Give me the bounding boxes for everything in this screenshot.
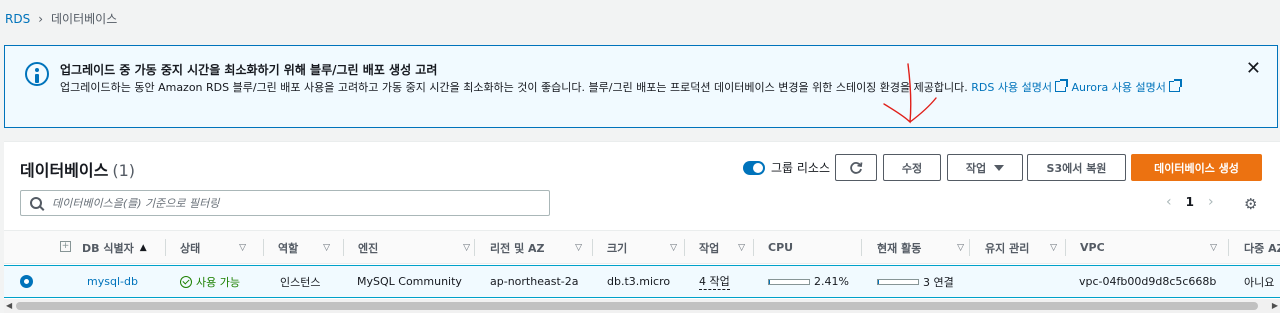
check-circle-icon bbox=[180, 275, 192, 288]
activity-cell: 3 연결 bbox=[877, 266, 954, 297]
external-link-icon bbox=[1168, 79, 1182, 92]
sort-asc-icon: ▲ bbox=[139, 242, 147, 253]
status-text: 사용 가능 bbox=[196, 275, 240, 289]
group-resources-label: 그룹 리소스 bbox=[771, 161, 831, 175]
actions-label: 작업 bbox=[965, 161, 987, 175]
actions-dropdown[interactable]: 작업 bbox=[947, 154, 1023, 181]
database-count: (1) bbox=[112, 161, 135, 180]
cpu-cell: 2.41% bbox=[768, 266, 849, 297]
sort-icon: ▽ bbox=[1050, 242, 1057, 253]
region-az-cell: ap-northeast-2a bbox=[490, 275, 579, 288]
col-actions[interactable]: 작업 ▽ bbox=[699, 231, 753, 264]
activity-value: 3 연결 bbox=[923, 275, 954, 289]
row-select-radio[interactable] bbox=[20, 275, 33, 288]
col-status[interactable]: 상태 ▽ bbox=[180, 231, 254, 264]
col-maintenance[interactable]: 유지 관리 ▽ bbox=[985, 231, 1065, 264]
red-annotation-mark bbox=[883, 63, 937, 124]
breadcrumb: RDS › 데이터베이스 bbox=[5, 10, 117, 27]
filter-search[interactable] bbox=[20, 190, 550, 216]
scrollbar-thumb[interactable] bbox=[16, 302, 1258, 310]
sort-icon: ▽ bbox=[1210, 242, 1217, 253]
sort-icon: ▽ bbox=[670, 242, 677, 253]
toggle-switch[interactable] bbox=[743, 160, 765, 175]
scroll-left-icon[interactable]: ◀ bbox=[6, 301, 12, 310]
status-cell: 사용 가능 bbox=[180, 266, 240, 297]
col-cpu[interactable]: CPU bbox=[768, 231, 858, 264]
expand-all-icon[interactable]: + bbox=[60, 241, 71, 252]
external-link-icon bbox=[1054, 79, 1068, 92]
caret-down-icon bbox=[994, 164, 1005, 171]
vpc-cell: vpc-04fb00d9d8c5c668b bbox=[1079, 275, 1217, 288]
alert-title: 업그레이드 중 가동 중지 시간을 최소화하기 위해 블루/그린 배포 생성 고… bbox=[60, 63, 438, 77]
col-db-id[interactable]: DB 식별자 ▲ bbox=[82, 231, 164, 264]
table-row[interactable]: mysql-db 사용 가능 인스턴스 MySQL Community ap-n… bbox=[4, 265, 1280, 298]
next-page-icon[interactable]: › bbox=[1208, 194, 1214, 210]
prev-page-icon[interactable]: ‹ bbox=[1166, 194, 1172, 210]
scroll-right-icon[interactable]: ▶ bbox=[1272, 301, 1278, 310]
multi-az-cell: 아니요 bbox=[1244, 275, 1275, 289]
alert-body-text: 업그레이드하는 동안 Amazon RDS 블루/그린 배포 사용을 고려하고 … bbox=[60, 81, 968, 94]
close-icon[interactable]: ✕ bbox=[1246, 60, 1261, 78]
info-alert: 업그레이드 중 가동 중지 시간을 최소화하기 위해 블루/그린 배포 생성 고… bbox=[4, 45, 1278, 128]
current-page[interactable]: 1 bbox=[1186, 195, 1194, 209]
activity-bar bbox=[877, 278, 919, 285]
breadcrumb-rds-link[interactable]: RDS bbox=[5, 12, 30, 26]
horizontal-scrollbar[interactable]: ◀ ▶ bbox=[4, 299, 1280, 313]
pagination: ‹ 1 › bbox=[1166, 194, 1214, 210]
search-input[interactable] bbox=[52, 196, 532, 210]
col-engine[interactable]: 엔진 ▽ bbox=[358, 231, 478, 264]
engine-cell: MySQL Community bbox=[357, 275, 462, 288]
restore-from-s3-button[interactable]: S3에서 복원 bbox=[1027, 154, 1126, 181]
col-role[interactable]: 역할 ▽ bbox=[278, 231, 338, 264]
role-cell: 인스턴스 bbox=[280, 275, 321, 289]
gear-icon[interactable]: ⚙ bbox=[1244, 195, 1257, 213]
sort-icon: ▽ bbox=[738, 242, 745, 253]
actions-cell[interactable]: 4 작업 bbox=[699, 266, 730, 297]
col-region-az[interactable]: 리전 및 AZ ▽ bbox=[490, 231, 590, 264]
table-header: + DB 식별자 ▲ 상태 ▽ 역할 ▽ 엔진 ▽ 리전 및 AZ ▽ 크기 ▽ 작업 ▽ C… bbox=[4, 230, 1280, 264]
breadcrumb-current: 데이터베이스 bbox=[51, 12, 118, 26]
edit-button[interactable]: 수정 bbox=[883, 154, 941, 181]
create-database-button[interactable]: 데이터베이스 생성 bbox=[1131, 154, 1262, 181]
col-current-activity[interactable]: 현재 활동 ▽ bbox=[877, 231, 972, 264]
aurora-guide-link[interactable]: Aurora 사용 설명서 bbox=[1071, 79, 1182, 94]
rds-guide-link[interactable]: RDS 사용 설명서 bbox=[971, 79, 1068, 94]
info-icon bbox=[25, 62, 49, 86]
col-multi-az[interactable]: 다중 AZ bbox=[1244, 231, 1280, 264]
sort-icon: ▽ bbox=[575, 242, 582, 253]
col-vpc[interactable]: VPC ▽ bbox=[1080, 231, 1225, 264]
sort-icon: ▽ bbox=[463, 242, 470, 253]
group-resources-toggle[interactable]: 그룹 리소스 bbox=[743, 159, 830, 176]
databases-panel: 데이터베이스 (1) 그룹 리소스 수정 작업 S3에서 복원 데이터베이스 생성… bbox=[4, 141, 1280, 313]
pending-actions-link[interactable]: 4 작업 bbox=[699, 273, 730, 290]
panel-title: 데이터베이스 (1) bbox=[20, 161, 135, 180]
cpu-value: 2.41% bbox=[814, 275, 849, 288]
alert-body: 업그레이드하는 동안 Amazon RDS 블루/그린 배포 사용을 고려하고 … bbox=[60, 79, 1238, 96]
col-size[interactable]: 크기 ▽ bbox=[607, 231, 685, 264]
chevron-right-icon: › bbox=[38, 11, 44, 26]
sort-icon: ▽ bbox=[957, 242, 964, 253]
refresh-icon bbox=[850, 161, 863, 174]
refresh-button[interactable] bbox=[835, 154, 877, 181]
db-identifier-link[interactable]: mysql-db bbox=[87, 266, 138, 297]
size-cell: db.t3.micro bbox=[607, 275, 671, 288]
search-icon bbox=[30, 197, 42, 209]
sort-icon: ▽ bbox=[239, 242, 246, 253]
cpu-bar bbox=[768, 278, 810, 285]
sort-icon: ▽ bbox=[323, 242, 330, 253]
